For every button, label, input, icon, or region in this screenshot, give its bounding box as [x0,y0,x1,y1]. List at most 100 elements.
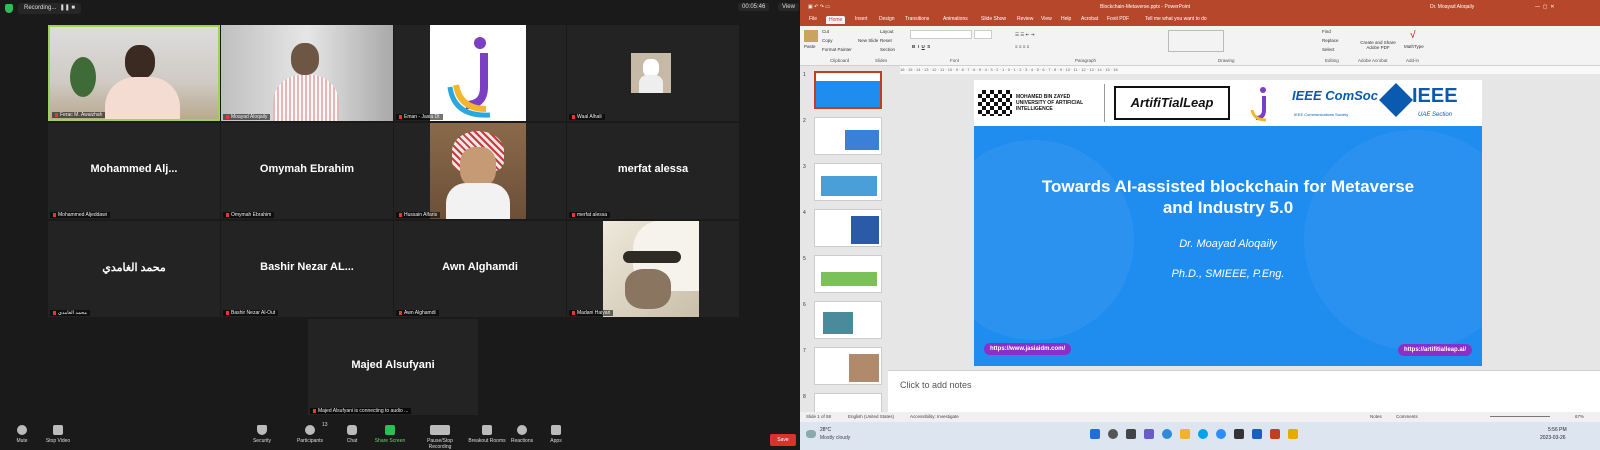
list-buttons[interactable]: ☰ ☰ ⇤ ⇥ [1015,32,1034,38]
slide-thumb-4[interactable] [814,209,882,247]
video-tile[interactable]: Moayad Aloqaily [221,25,393,121]
notes-toggle[interactable]: Notes [1370,412,1382,422]
save-button[interactable]: Save [770,434,796,446]
zoom-app-icon[interactable] [1216,429,1226,439]
slide-thumb-7[interactable] [814,347,882,385]
paste-button[interactable]: Paste [804,44,816,49]
format-painter-button[interactable]: Format Painter [822,47,852,52]
comments-toggle[interactable]: Comments [1396,412,1418,422]
tab-insert[interactable]: Insert [852,15,871,23]
skype-icon[interactable] [1198,429,1208,439]
slide-thumb-6[interactable] [814,301,882,339]
security-button[interactable]: Security [240,420,284,444]
video-tile[interactable]: Madani Haiyari [567,221,739,317]
outlook-icon[interactable] [1252,429,1262,439]
tab-animations[interactable]: Animations [940,15,971,23]
group-editing: Editing [1325,58,1339,63]
video-tile[interactable]: Eman - Jasia Dt [394,25,566,121]
create-share-pdf-button[interactable]: Create and Share Adobe PDF [1356,40,1400,50]
layout-button[interactable]: Layout [880,29,894,34]
apps-button[interactable]: Apps [534,420,578,444]
thumb-number: 1 [803,72,806,78]
notes-pane[interactable]: Click to add notes [888,370,1600,412]
find-button[interactable]: Find [1322,29,1331,34]
video-tile[interactable]: Waal Alhali [567,25,739,121]
tab-view[interactable]: View [1038,15,1055,23]
task-view-icon[interactable] [1126,429,1136,439]
font-name-input[interactable] [910,30,972,39]
tab-acrobat[interactable]: Acrobat [1078,15,1101,23]
slide-thumb-1[interactable] [814,71,882,109]
chrome-icon[interactable] [1162,429,1172,439]
mathtype-button[interactable]: MathType [1404,44,1424,49]
terminal-icon[interactable] [1234,429,1244,439]
chat-app-icon[interactable] [1144,429,1154,439]
ribbon: Paste Cut Copy Format Painter Clipboard … [800,26,1600,66]
tab-transitions[interactable]: Transitions [902,15,932,23]
jasia-logo [430,25,526,121]
select-button[interactable]: Select [1322,47,1335,52]
video-tile[interactable]: Ferac M. Awaizhah [48,25,220,121]
user-name[interactable]: Dr. Moayad Aloqaily [1430,0,1474,14]
slide-thumb-3[interactable] [814,163,882,201]
video-tile[interactable]: محمد الغامدي محمد الغامدي [48,221,220,317]
powerpoint-icon[interactable] [1270,429,1280,439]
view-button[interactable]: View [778,3,799,11]
sticky-notes-icon[interactable] [1288,429,1298,439]
shapes-gallery[interactable] [1168,30,1224,52]
video-tile[interactable]: Bashir Nezar AL... Bashir Nezar Al-Out [221,221,393,317]
new-slide-button[interactable]: New Slide [858,38,878,43]
file-explorer-icon[interactable] [1180,429,1190,439]
slide-thumb-2[interactable] [814,117,882,155]
tab-help[interactable]: Help [1058,15,1074,23]
tell-me-search[interactable]: Tell me what you want to do [1142,15,1210,23]
video-tile[interactable]: Awn Alghamdi Awn Alghamdi [394,221,566,317]
video-tile[interactable]: Omymah Ebrahim Omymah Ebrahim [221,123,393,219]
artifitialleap-link[interactable]: https://artifitialleap.ai/ [1398,344,1473,356]
paste-icon[interactable] [804,30,818,42]
pause-stop-icon [430,425,450,435]
cut-button[interactable]: Cut [822,29,829,34]
align-buttons[interactable]: ≡ ≡ ≡ ≡ [1015,44,1029,49]
video-tile[interactable]: Majed Alsufyani Majed Alsufyani is conne… [308,319,478,415]
group-adobe-acrobat: Adobe Acrobat [1358,58,1388,63]
recording-indicator[interactable]: Recording... ❚❚ ■ [18,3,82,14]
video-tile[interactable]: Mohammed Alj... Mohammed Aljeddawi [48,123,220,219]
tab-foxit-pdf[interactable]: Foxit PDF [1104,15,1132,23]
section-button[interactable]: Section [880,47,895,52]
participant-name: Bashir Nezar Al-Out [223,310,279,316]
tab-home[interactable]: Home [826,16,846,24]
zoom-level[interactable]: 67% [1575,412,1584,422]
zoom-slider[interactable] [1490,416,1550,417]
accessibility-status[interactable]: Accessibility: Investigate [910,412,959,422]
tab-design[interactable]: Design [876,15,898,23]
apps-icon [551,425,561,435]
jasia-link[interactable]: https://www.jasiaidm.com/ [984,343,1072,355]
replace-button[interactable]: Replace [1322,38,1339,43]
slide-thumb-5[interactable] [814,255,882,293]
reset-button[interactable]: Reset [880,38,892,43]
copy-button[interactable]: Copy [822,38,833,43]
language-status[interactable]: English (United States) [848,412,894,422]
save-icon[interactable]: ▣ ↶ ↷ ▭ [808,0,830,14]
powerpoint-window: ▣ ↶ ↷ ▭ Blockchain-Metaverse.pptx - Powe… [800,0,1600,450]
stop-video-button[interactable]: Stop Video [36,420,80,444]
share-screen-button[interactable]: Share Screen [368,420,412,444]
weather-desc: Mostly cloudy [820,435,851,441]
font-size-input[interactable] [974,30,992,39]
current-slide[interactable]: MOHAMED BIN ZAYED UNIVERSITY OF ARTIFICI… [974,80,1482,366]
slide-title-line2: and Industry 5.0 [1162,198,1294,217]
tab-slide-show[interactable]: Slide Show [978,15,1009,23]
video-tile[interactable]: merfat alessa merfat alessa [567,123,739,219]
camera-icon [53,425,63,435]
pause-stop-recording-button[interactable]: Pause/Stop Recording [415,420,465,450]
thumb-number: 5 [803,256,806,262]
shield-icon[interactable] [5,4,13,13]
video-tile[interactable]: Hussain Alfaris [394,123,566,219]
search-icon[interactable] [1108,429,1118,439]
tab-review[interactable]: Review [1014,15,1036,23]
start-icon[interactable] [1090,429,1100,439]
tab-file[interactable]: File [806,15,820,23]
bold-button[interactable]: B I U S [912,44,930,49]
window-controls[interactable]: — ▢ ✕ [1535,0,1554,14]
